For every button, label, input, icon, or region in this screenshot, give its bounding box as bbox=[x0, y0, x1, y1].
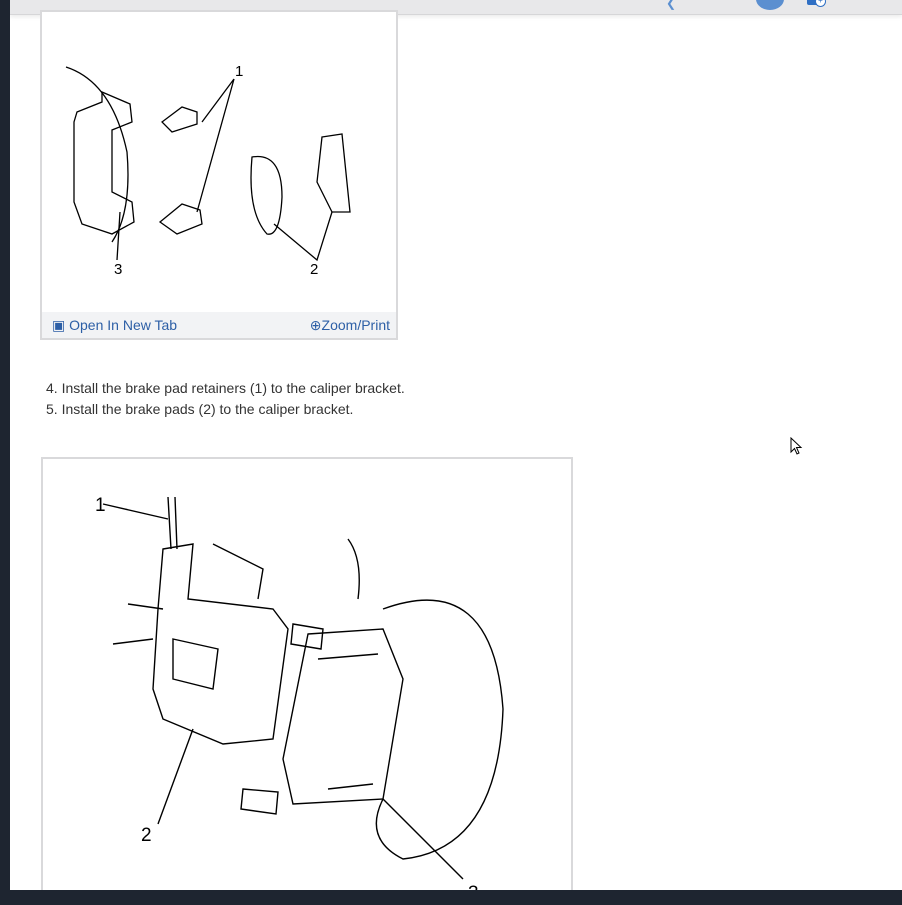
open-tab-icon: ▣ bbox=[52, 317, 66, 333]
browser-window: ❮ 1 2 3 ▣ Open In New Tab ⊕Zoom/Print 4.… bbox=[10, 0, 902, 890]
zoom-in-icon: ⊕ bbox=[309, 317, 322, 333]
callout-2: 2 bbox=[310, 261, 318, 278]
brake-pad-illustration: 1 2 3 bbox=[65, 63, 351, 278]
instruction-steps: 4. Install the brake pad retainers (1) t… bbox=[46, 378, 405, 420]
back-arrow-icon[interactable]: ❮ bbox=[666, 0, 676, 10]
callout-3: 3 bbox=[114, 261, 122, 278]
figure-brake-pads-exploded: 1 2 3 ▣ Open In New Tab ⊕Zoom/Print bbox=[40, 10, 398, 340]
step-5: 5. Install the brake pads (2) to the cal… bbox=[46, 401, 354, 417]
callout-1: 1 bbox=[235, 63, 243, 80]
taskbar-edge bbox=[0, 890, 902, 905]
add-account-icon[interactable] bbox=[807, 0, 826, 7]
mouse-cursor-icon bbox=[790, 437, 803, 455]
callout-1: 1 bbox=[95, 495, 106, 516]
callout-3: 3 bbox=[468, 883, 479, 890]
figure-footer: ▣ Open In New Tab ⊕Zoom/Print bbox=[42, 312, 396, 338]
zoom-print-link[interactable]: ⊕Zoom/Print bbox=[310, 317, 390, 334]
open-in-new-tab-label: Open In New Tab bbox=[69, 317, 178, 333]
caliper-illustration: 1 2 3 bbox=[95, 495, 504, 890]
zoom-print-label: Zoom/Print bbox=[321, 317, 390, 333]
step-4: 4. Install the brake pad retainers (1) t… bbox=[46, 380, 405, 396]
callout-2: 2 bbox=[141, 825, 152, 846]
avatar[interactable] bbox=[756, 0, 784, 10]
open-in-new-tab-link[interactable]: ▣ Open In New Tab bbox=[52, 317, 177, 334]
figure-caliper-install: 1 2 3 bbox=[41, 457, 573, 890]
